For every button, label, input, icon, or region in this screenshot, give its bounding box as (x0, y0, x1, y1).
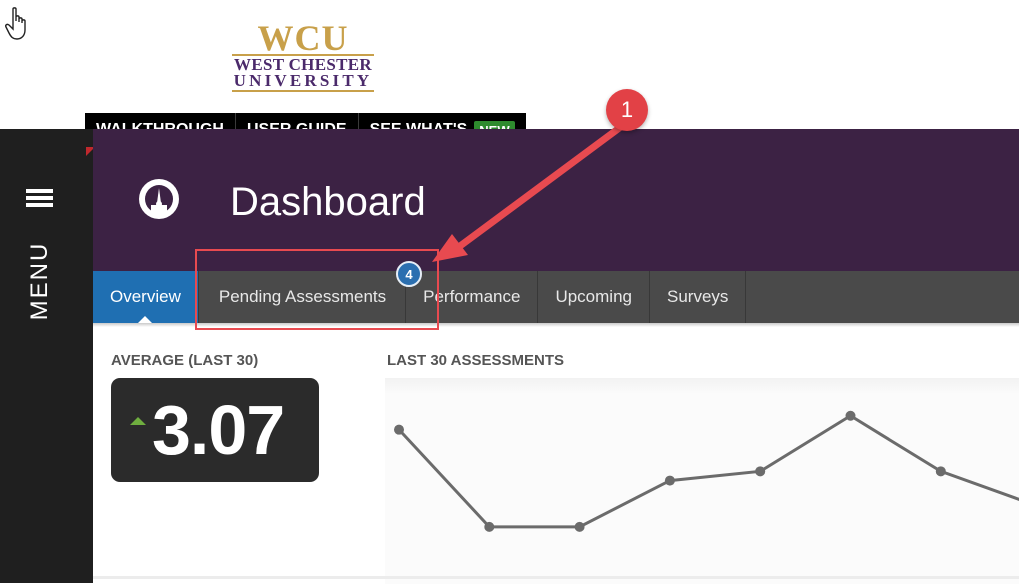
average-score-value: 3.07 (152, 391, 285, 469)
dashboard-gauge-icon (139, 179, 179, 219)
wcu-logo: WCU WEST CHESTER UNIVERSITY (230, 20, 376, 94)
data-point[interactable] (845, 410, 856, 421)
logo-line-3: UNIVERSITY (233, 71, 373, 90)
content-divider (93, 576, 1019, 579)
highlight-box (195, 249, 439, 330)
data-point[interactable] (484, 521, 495, 532)
tab-upcoming[interactable]: Upcoming (538, 271, 650, 323)
tab-label: Surveys (667, 287, 729, 306)
hand-cursor-icon (5, 7, 26, 40)
data-point[interactable] (394, 424, 404, 435)
data-point[interactable] (755, 466, 766, 477)
tab-surveys[interactable]: Surveys (650, 271, 747, 323)
tab-label: Upcoming (555, 287, 632, 306)
trend-up-icon (130, 417, 146, 425)
step-number-marker: 1 (606, 89, 648, 131)
menu-button[interactable]: MENU (22, 240, 58, 322)
assessments-line-chart (394, 410, 1019, 532)
average-label: AVERAGE (LAST 30) (111, 352, 259, 369)
data-point[interactable] (574, 521, 585, 532)
chart-label: LAST 30 ASSESSMENTS (387, 352, 564, 369)
menu-label: MENU (26, 241, 53, 321)
data-point[interactable] (935, 466, 946, 477)
logo-rule (232, 90, 374, 92)
data-point[interactable] (664, 475, 675, 486)
tab-overview[interactable]: Overview (93, 271, 199, 324)
tab-label: Overview (110, 287, 181, 306)
hamburger-icon[interactable] (26, 189, 53, 211)
logo-wordmark: WCU (257, 18, 349, 58)
page-title: Dashboard (230, 180, 426, 224)
series-line (397, 414, 1019, 529)
